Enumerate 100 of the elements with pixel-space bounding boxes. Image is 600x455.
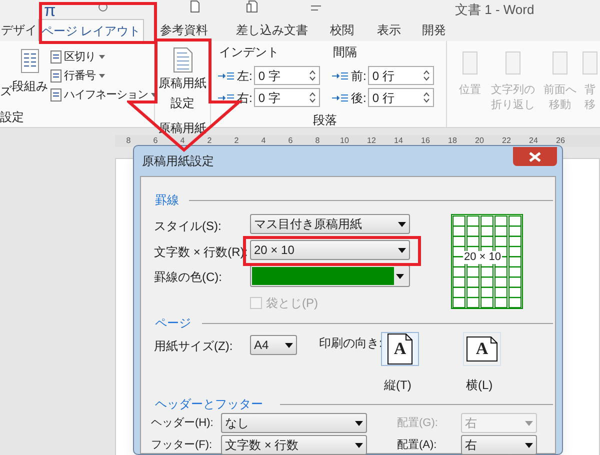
caret-icon xyxy=(98,74,104,78)
ruler-number: 4 xyxy=(260,135,267,147)
dropdown-arrow-icon xyxy=(396,274,404,278)
ruler-number: 16 xyxy=(420,135,431,147)
section-label: 間隔 xyxy=(333,44,357,61)
dropdown-arrow-icon xyxy=(525,442,533,448)
orientation-option[interactable]: A xyxy=(381,332,419,366)
columns-button[interactable]: 段組み xyxy=(12,49,48,109)
preview-text: 20 × 10 xyxy=(463,251,502,264)
ribbon-tab[interactable]: 開発 xyxy=(414,19,454,41)
ruler-number: 12 xyxy=(366,135,377,147)
orientation-label: 横(L) xyxy=(466,377,493,394)
ruler-number: 18 xyxy=(447,135,458,147)
indent-icon xyxy=(217,70,235,80)
document-icon xyxy=(190,0,200,13)
manuscript-settings-button[interactable]: 原稿用紙 設定 xyxy=(158,47,206,113)
ruler-number: 8 xyxy=(125,135,132,147)
ruler-number: 2 xyxy=(233,135,240,147)
dropdown-arrow-icon xyxy=(398,222,406,226)
section-label: インデント xyxy=(219,44,279,61)
close-button[interactable] xyxy=(513,147,557,166)
command-icon xyxy=(50,50,63,64)
picture-icon xyxy=(505,51,521,75)
group-label: 設定 xyxy=(0,109,24,126)
caret-icon xyxy=(151,93,157,97)
ribbon-tab[interactable]: デザイ xyxy=(0,19,38,41)
ruler-number: 24 xyxy=(528,135,539,147)
command-icon xyxy=(50,88,63,102)
command-icon xyxy=(50,69,63,83)
portrait-page-icon: A xyxy=(387,333,413,365)
ribbon-tab[interactable]: 差し込み文書 xyxy=(224,19,320,41)
dropdown-arrow-icon xyxy=(355,442,363,448)
field-label: フッター(F): xyxy=(151,438,212,453)
ruler-number: 26 xyxy=(555,135,566,147)
section-heading: ヘッダーとフッター xyxy=(155,396,263,413)
field-label: 配置(A): xyxy=(397,438,437,453)
section-heading: ページ xyxy=(155,315,191,332)
spin-field[interactable]: 0 行 xyxy=(368,66,434,85)
spinner-icon xyxy=(309,70,316,81)
ribbon-tab[interactable]: ページ レイアウト xyxy=(38,19,144,41)
group-label: 段落 xyxy=(313,112,337,129)
section-heading: 罫線 xyxy=(155,192,179,209)
style-dropdown[interactable]: マス目付き原稿用紙 xyxy=(250,214,410,234)
ribbon-command[interactable]: 区切り xyxy=(50,48,104,66)
color-dropdown[interactable] xyxy=(250,265,410,287)
field-label: 配置(G): xyxy=(397,416,438,431)
ruler-number: 14 xyxy=(393,135,404,147)
window-title: 文書 1 - Word xyxy=(455,1,534,19)
ruler-number: 20 xyxy=(474,135,485,147)
alignment-dropdown[interactable]: 右 xyxy=(461,435,537,455)
circle-icon xyxy=(98,2,108,12)
ribbon-tab[interactable]: 参考資料 xyxy=(144,19,224,41)
dialog-title: 原稿用紙設定 xyxy=(142,153,214,170)
close-icon xyxy=(529,152,541,162)
ruler-number: 6 xyxy=(287,135,294,147)
caret-icon xyxy=(98,55,104,59)
ruler-number: 6 xyxy=(152,135,159,147)
dropdown-arrow-icon xyxy=(355,420,363,426)
spinner-icon xyxy=(423,70,430,81)
field-label: 罫線の色(C): xyxy=(154,269,222,286)
field-label: 印刷の向き: xyxy=(319,335,382,352)
ruler-number: 22 xyxy=(501,135,512,147)
spin-field[interactable]: 0 字 xyxy=(254,66,320,85)
columns-icon xyxy=(21,49,39,73)
ribbon-tab[interactable]: 表示 xyxy=(364,19,414,41)
header-footer-dropdown[interactable]: なし xyxy=(221,413,367,433)
size-dropdown[interactable]: 20 × 10 xyxy=(250,240,410,260)
field-label: 左: xyxy=(237,68,252,84)
indent-icon xyxy=(331,70,349,80)
ribbon-tab[interactable]: 校閲 xyxy=(320,19,364,41)
header-footer-dropdown[interactable]: 文字数 × 行数 xyxy=(221,435,367,455)
lines-icon xyxy=(310,3,322,13)
spinner-icon xyxy=(423,92,430,103)
checkbox-label: 袋とじ(P) xyxy=(266,295,318,312)
documents-icon xyxy=(246,0,258,13)
indent-icon xyxy=(217,92,235,102)
field-label: 前: xyxy=(351,68,366,84)
indent-icon xyxy=(331,92,349,102)
dropdown-arrow-icon xyxy=(285,342,293,348)
spin-field[interactable]: 0 行 xyxy=(368,88,434,107)
dropdown-arrow-icon xyxy=(525,420,533,426)
spinner-icon xyxy=(309,92,316,103)
ruler-number: 8 xyxy=(314,135,321,147)
field-label: 後: xyxy=(351,90,366,106)
spin-field[interactable]: 0 字 xyxy=(254,88,320,107)
manuscript-page-icon xyxy=(172,47,192,73)
ruler-number: 10 xyxy=(339,135,350,147)
button-label: ズ xyxy=(0,83,12,100)
paper-size-dropdown[interactable]: A4 xyxy=(250,335,297,355)
ruler-number: 2 xyxy=(206,135,213,147)
dropdown-arrow-icon xyxy=(398,248,406,252)
ribbon-command[interactable]: 行番号 xyxy=(50,67,104,85)
picture-icon xyxy=(462,51,478,75)
field-label: 用紙サイズ(Z): xyxy=(154,338,233,355)
field-label: ヘッダー(H): xyxy=(151,416,214,431)
ruler-number: 4 xyxy=(179,135,186,147)
orientation-label: 縦(T) xyxy=(384,377,412,394)
ribbon-command[interactable]: ハイフネーション xyxy=(50,86,157,104)
field-label: スタイル(S): xyxy=(154,218,222,235)
picture-icon xyxy=(552,51,568,75)
